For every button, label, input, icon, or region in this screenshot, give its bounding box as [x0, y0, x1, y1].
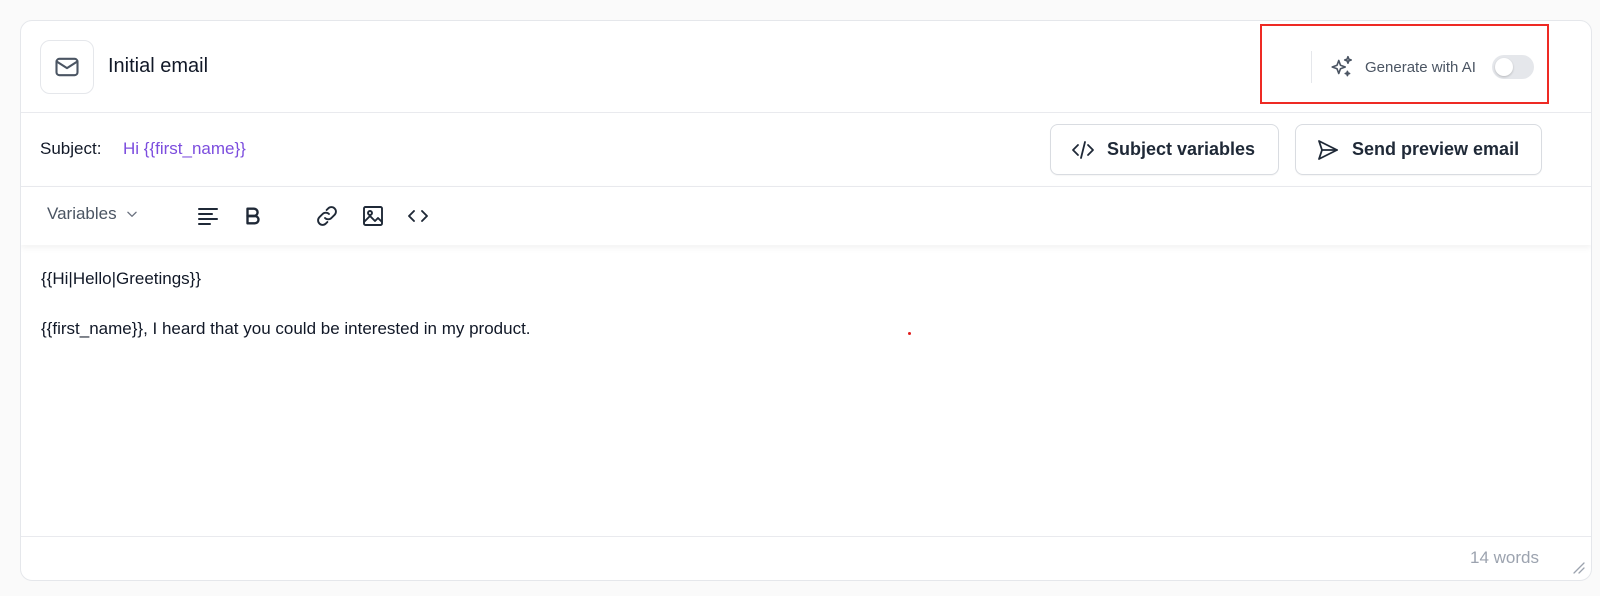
- body-line-greeting: {{Hi|Hello|Greetings}}: [41, 269, 202, 288]
- subject-input[interactable]: Hi {{first_name}}: [123, 139, 246, 159]
- send-preview-button[interactable]: Send preview email: [1295, 124, 1542, 175]
- code-icon: [1072, 140, 1094, 159]
- variables-dropdown-label: Variables: [47, 204, 117, 223]
- mail-badge: [40, 40, 94, 94]
- code-button[interactable]: [405, 203, 431, 229]
- subject-label: Subject:: [40, 139, 102, 158]
- align-left-button[interactable]: [195, 203, 221, 229]
- toggle-knob: [1494, 58, 1513, 76]
- align-left-icon: [198, 208, 218, 225]
- subject-variables-button[interactable]: Subject variables: [1050, 124, 1279, 175]
- generate-ai-group: Generate with AI: [1329, 51, 1534, 83]
- header-divider: [1311, 51, 1312, 83]
- variables-dropdown[interactable]: Variables: [47, 204, 139, 224]
- generate-ai-label: Generate with AI: [1365, 58, 1476, 76]
- resize-handle-icon[interactable]: [1571, 560, 1585, 574]
- subject-row: Subject: Hi {{first_name}} Subject varia…: [21, 113, 1591, 187]
- generate-ai-toggle[interactable]: [1491, 55, 1534, 79]
- bold-icon: [246, 207, 260, 225]
- cursor-marker: [908, 332, 911, 335]
- image-icon: [363, 206, 383, 226]
- bold-button[interactable]: [240, 203, 266, 229]
- link-icon: [317, 206, 337, 226]
- chevron-down-icon: [126, 211, 137, 217]
- link-button[interactable]: [314, 203, 340, 229]
- editor-toolbar: Variables: [21, 187, 1591, 245]
- email-editor-card: Initial email Generate with AI Subject: …: [20, 20, 1592, 581]
- sparkles-icon: [1331, 55, 1353, 77]
- editor-footer: 14 words: [21, 536, 1591, 580]
- email-body-editor[interactable]: {{Hi|Hello|Greetings}} {{first_name}}, I…: [21, 245, 1591, 538]
- code-icon: [408, 210, 428, 222]
- page-title: Initial email: [108, 55, 209, 77]
- subject-variables-label: Subject variables: [1107, 139, 1256, 159]
- image-button[interactable]: [360, 203, 386, 229]
- word-count: 14 words: [1470, 548, 1539, 567]
- send-icon: [1318, 139, 1338, 160]
- body-line-intro: {{first_name}}, I heard that you could b…: [41, 319, 531, 338]
- email-header: Initial email Generate with AI: [21, 21, 1591, 113]
- send-preview-label: Send preview email: [1352, 139, 1520, 159]
- mail-icon: [55, 57, 79, 77]
